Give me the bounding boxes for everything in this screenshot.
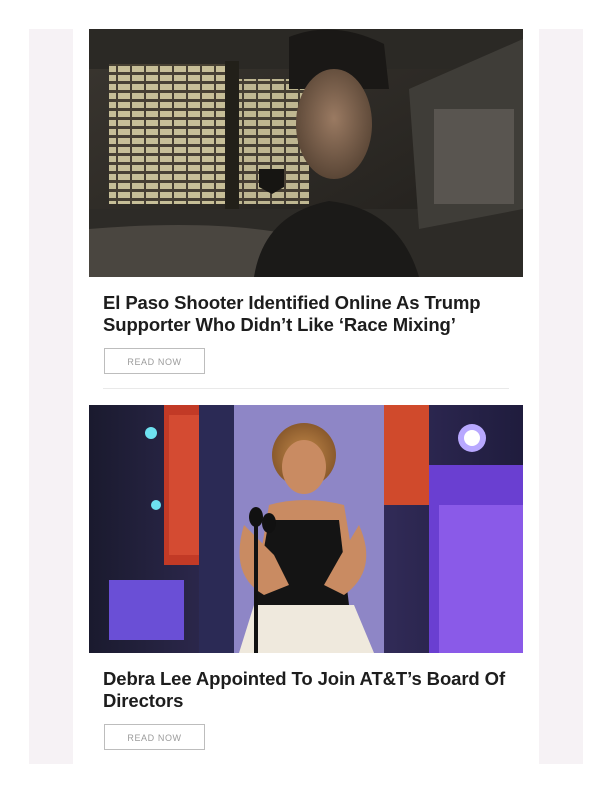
read-now-button[interactable]: READ NOW [104, 348, 205, 374]
newsletter-content: El Paso Shooter Identified Online As Tru… [73, 29, 539, 764]
newsletter-page: El Paso Shooter Identified Online As Tru… [0, 0, 612, 792]
article-headline[interactable]: El Paso Shooter Identified Online As Tru… [103, 292, 509, 336]
right-margin-band [539, 29, 583, 764]
article-image[interactable] [89, 29, 523, 277]
article-headline[interactable]: Debra Lee Appointed To Join AT&T’s Board… [103, 668, 509, 712]
left-margin-band [29, 29, 73, 764]
article-image[interactable] [89, 405, 523, 653]
article-card: El Paso Shooter Identified Online As Tru… [89, 29, 523, 374]
article-card: Debra Lee Appointed To Join AT&T’s Board… [89, 405, 523, 750]
stage-speaker-photo [89, 405, 523, 653]
car-interior-photo [89, 29, 523, 277]
read-now-button[interactable]: READ NOW [104, 724, 205, 750]
article-divider [103, 388, 509, 389]
